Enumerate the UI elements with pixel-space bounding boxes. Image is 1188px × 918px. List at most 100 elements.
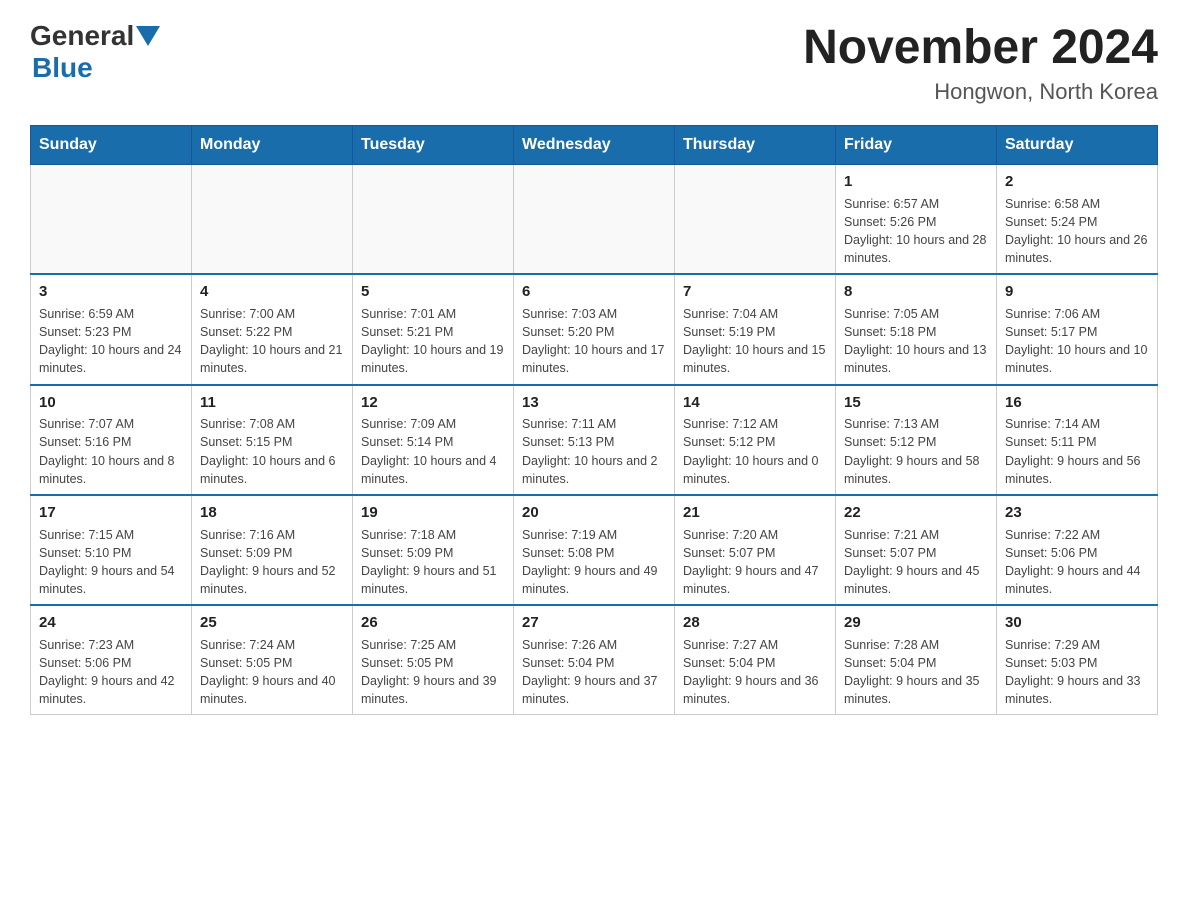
- calendar-header-row: SundayMondayTuesdayWednesdayThursdayFrid…: [31, 126, 1158, 165]
- day-number: 21: [683, 502, 827, 524]
- day-number: 11: [200, 392, 344, 414]
- calendar-day-cell: 15Sunrise: 7:13 AM Sunset: 5:12 PM Dayli…: [836, 385, 997, 495]
- day-number: 17: [39, 502, 183, 524]
- day-number: 25: [200, 612, 344, 634]
- day-info: Sunrise: 7:25 AM Sunset: 5:05 PM Dayligh…: [361, 636, 505, 709]
- calendar-week-2: 3Sunrise: 6:59 AM Sunset: 5:23 PM Daylig…: [31, 274, 1158, 384]
- calendar-day-cell: [675, 165, 836, 275]
- calendar-header-friday: Friday: [836, 126, 997, 165]
- day-info: Sunrise: 7:15 AM Sunset: 5:10 PM Dayligh…: [39, 526, 183, 599]
- day-number: 26: [361, 612, 505, 634]
- calendar-table: SundayMondayTuesdayWednesdayThursdayFrid…: [30, 125, 1158, 715]
- day-info: Sunrise: 7:22 AM Sunset: 5:06 PM Dayligh…: [1005, 526, 1149, 599]
- calendar-week-1: 1Sunrise: 6:57 AM Sunset: 5:26 PM Daylig…: [31, 165, 1158, 275]
- day-info: Sunrise: 7:04 AM Sunset: 5:19 PM Dayligh…: [683, 305, 827, 378]
- calendar-week-3: 10Sunrise: 7:07 AM Sunset: 5:16 PM Dayli…: [31, 385, 1158, 495]
- day-info: Sunrise: 7:11 AM Sunset: 5:13 PM Dayligh…: [522, 415, 666, 488]
- calendar-day-cell: 1Sunrise: 6:57 AM Sunset: 5:26 PM Daylig…: [836, 165, 997, 275]
- calendar-header-wednesday: Wednesday: [514, 126, 675, 165]
- day-info: Sunrise: 7:20 AM Sunset: 5:07 PM Dayligh…: [683, 526, 827, 599]
- calendar-day-cell: 12Sunrise: 7:09 AM Sunset: 5:14 PM Dayli…: [353, 385, 514, 495]
- day-number: 6: [522, 281, 666, 303]
- day-number: 23: [1005, 502, 1149, 524]
- calendar-day-cell: 28Sunrise: 7:27 AM Sunset: 5:04 PM Dayli…: [675, 605, 836, 715]
- day-info: Sunrise: 7:23 AM Sunset: 5:06 PM Dayligh…: [39, 636, 183, 709]
- logo-triangle-icon: [136, 26, 160, 46]
- day-number: 12: [361, 392, 505, 414]
- day-number: 9: [1005, 281, 1149, 303]
- calendar-header-sunday: Sunday: [31, 126, 192, 165]
- day-info: Sunrise: 7:16 AM Sunset: 5:09 PM Dayligh…: [200, 526, 344, 599]
- calendar-day-cell: 10Sunrise: 7:07 AM Sunset: 5:16 PM Dayli…: [31, 385, 192, 495]
- day-number: 30: [1005, 612, 1149, 634]
- day-info: Sunrise: 7:09 AM Sunset: 5:14 PM Dayligh…: [361, 415, 505, 488]
- calendar-day-cell: 23Sunrise: 7:22 AM Sunset: 5:06 PM Dayli…: [997, 495, 1158, 605]
- calendar-day-cell: 9Sunrise: 7:06 AM Sunset: 5:17 PM Daylig…: [997, 274, 1158, 384]
- day-number: 15: [844, 392, 988, 414]
- logo-blue-text: Blue: [32, 52, 93, 83]
- calendar-day-cell: 2Sunrise: 6:58 AM Sunset: 5:24 PM Daylig…: [997, 165, 1158, 275]
- calendar-day-cell: 18Sunrise: 7:16 AM Sunset: 5:09 PM Dayli…: [192, 495, 353, 605]
- calendar-day-cell: 21Sunrise: 7:20 AM Sunset: 5:07 PM Dayli…: [675, 495, 836, 605]
- day-number: 13: [522, 392, 666, 414]
- calendar-day-cell: 22Sunrise: 7:21 AM Sunset: 5:07 PM Dayli…: [836, 495, 997, 605]
- calendar-day-cell: 19Sunrise: 7:18 AM Sunset: 5:09 PM Dayli…: [353, 495, 514, 605]
- day-info: Sunrise: 7:00 AM Sunset: 5:22 PM Dayligh…: [200, 305, 344, 378]
- day-info: Sunrise: 7:14 AM Sunset: 5:11 PM Dayligh…: [1005, 415, 1149, 488]
- day-number: 5: [361, 281, 505, 303]
- calendar-day-cell: 20Sunrise: 7:19 AM Sunset: 5:08 PM Dayli…: [514, 495, 675, 605]
- calendar-day-cell: 3Sunrise: 6:59 AM Sunset: 5:23 PM Daylig…: [31, 274, 192, 384]
- day-number: 24: [39, 612, 183, 634]
- day-info: Sunrise: 7:08 AM Sunset: 5:15 PM Dayligh…: [200, 415, 344, 488]
- calendar-day-cell: 6Sunrise: 7:03 AM Sunset: 5:20 PM Daylig…: [514, 274, 675, 384]
- day-number: 20: [522, 502, 666, 524]
- page-header: General Blue November 2024 Hongwon, Nort…: [30, 20, 1158, 105]
- calendar-day-cell: 8Sunrise: 7:05 AM Sunset: 5:18 PM Daylig…: [836, 274, 997, 384]
- calendar-week-5: 24Sunrise: 7:23 AM Sunset: 5:06 PM Dayli…: [31, 605, 1158, 715]
- location-text: Hongwon, North Korea: [803, 79, 1158, 105]
- day-info: Sunrise: 7:13 AM Sunset: 5:12 PM Dayligh…: [844, 415, 988, 488]
- calendar-day-cell: 26Sunrise: 7:25 AM Sunset: 5:05 PM Dayli…: [353, 605, 514, 715]
- calendar-day-cell: 11Sunrise: 7:08 AM Sunset: 5:15 PM Dayli…: [192, 385, 353, 495]
- day-number: 27: [522, 612, 666, 634]
- day-info: Sunrise: 7:18 AM Sunset: 5:09 PM Dayligh…: [361, 526, 505, 599]
- title-section: November 2024 Hongwon, North Korea: [803, 20, 1158, 105]
- calendar-day-cell: [353, 165, 514, 275]
- day-number: 16: [1005, 392, 1149, 414]
- day-number: 1: [844, 171, 988, 193]
- day-number: 19: [361, 502, 505, 524]
- calendar-header-tuesday: Tuesday: [353, 126, 514, 165]
- day-info: Sunrise: 7:24 AM Sunset: 5:05 PM Dayligh…: [200, 636, 344, 709]
- day-number: 3: [39, 281, 183, 303]
- day-info: Sunrise: 6:58 AM Sunset: 5:24 PM Dayligh…: [1005, 195, 1149, 268]
- month-title: November 2024: [803, 20, 1158, 75]
- day-info: Sunrise: 7:03 AM Sunset: 5:20 PM Dayligh…: [522, 305, 666, 378]
- calendar-day-cell: 24Sunrise: 7:23 AM Sunset: 5:06 PM Dayli…: [31, 605, 192, 715]
- day-info: Sunrise: 6:59 AM Sunset: 5:23 PM Dayligh…: [39, 305, 183, 378]
- day-info: Sunrise: 7:12 AM Sunset: 5:12 PM Dayligh…: [683, 415, 827, 488]
- day-info: Sunrise: 7:28 AM Sunset: 5:04 PM Dayligh…: [844, 636, 988, 709]
- calendar-day-cell: 16Sunrise: 7:14 AM Sunset: 5:11 PM Dayli…: [997, 385, 1158, 495]
- day-number: 22: [844, 502, 988, 524]
- calendar-day-cell: [192, 165, 353, 275]
- calendar-day-cell: 14Sunrise: 7:12 AM Sunset: 5:12 PM Dayli…: [675, 385, 836, 495]
- day-info: Sunrise: 7:21 AM Sunset: 5:07 PM Dayligh…: [844, 526, 988, 599]
- calendar-day-cell: 7Sunrise: 7:04 AM Sunset: 5:19 PM Daylig…: [675, 274, 836, 384]
- calendar-header-monday: Monday: [192, 126, 353, 165]
- day-info: Sunrise: 7:26 AM Sunset: 5:04 PM Dayligh…: [522, 636, 666, 709]
- calendar-day-cell: 30Sunrise: 7:29 AM Sunset: 5:03 PM Dayli…: [997, 605, 1158, 715]
- day-number: 2: [1005, 171, 1149, 193]
- logo-general-text: General: [30, 20, 134, 52]
- calendar-header-thursday: Thursday: [675, 126, 836, 165]
- calendar-day-cell: 5Sunrise: 7:01 AM Sunset: 5:21 PM Daylig…: [353, 274, 514, 384]
- calendar-day-cell: [31, 165, 192, 275]
- calendar-day-cell: 25Sunrise: 7:24 AM Sunset: 5:05 PM Dayli…: [192, 605, 353, 715]
- day-info: Sunrise: 6:57 AM Sunset: 5:26 PM Dayligh…: [844, 195, 988, 268]
- logo: General Blue: [30, 20, 162, 84]
- calendar-day-cell: 13Sunrise: 7:11 AM Sunset: 5:13 PM Dayli…: [514, 385, 675, 495]
- day-info: Sunrise: 7:29 AM Sunset: 5:03 PM Dayligh…: [1005, 636, 1149, 709]
- calendar-day-cell: 4Sunrise: 7:00 AM Sunset: 5:22 PM Daylig…: [192, 274, 353, 384]
- day-info: Sunrise: 7:27 AM Sunset: 5:04 PM Dayligh…: [683, 636, 827, 709]
- calendar-week-4: 17Sunrise: 7:15 AM Sunset: 5:10 PM Dayli…: [31, 495, 1158, 605]
- calendar-header-saturday: Saturday: [997, 126, 1158, 165]
